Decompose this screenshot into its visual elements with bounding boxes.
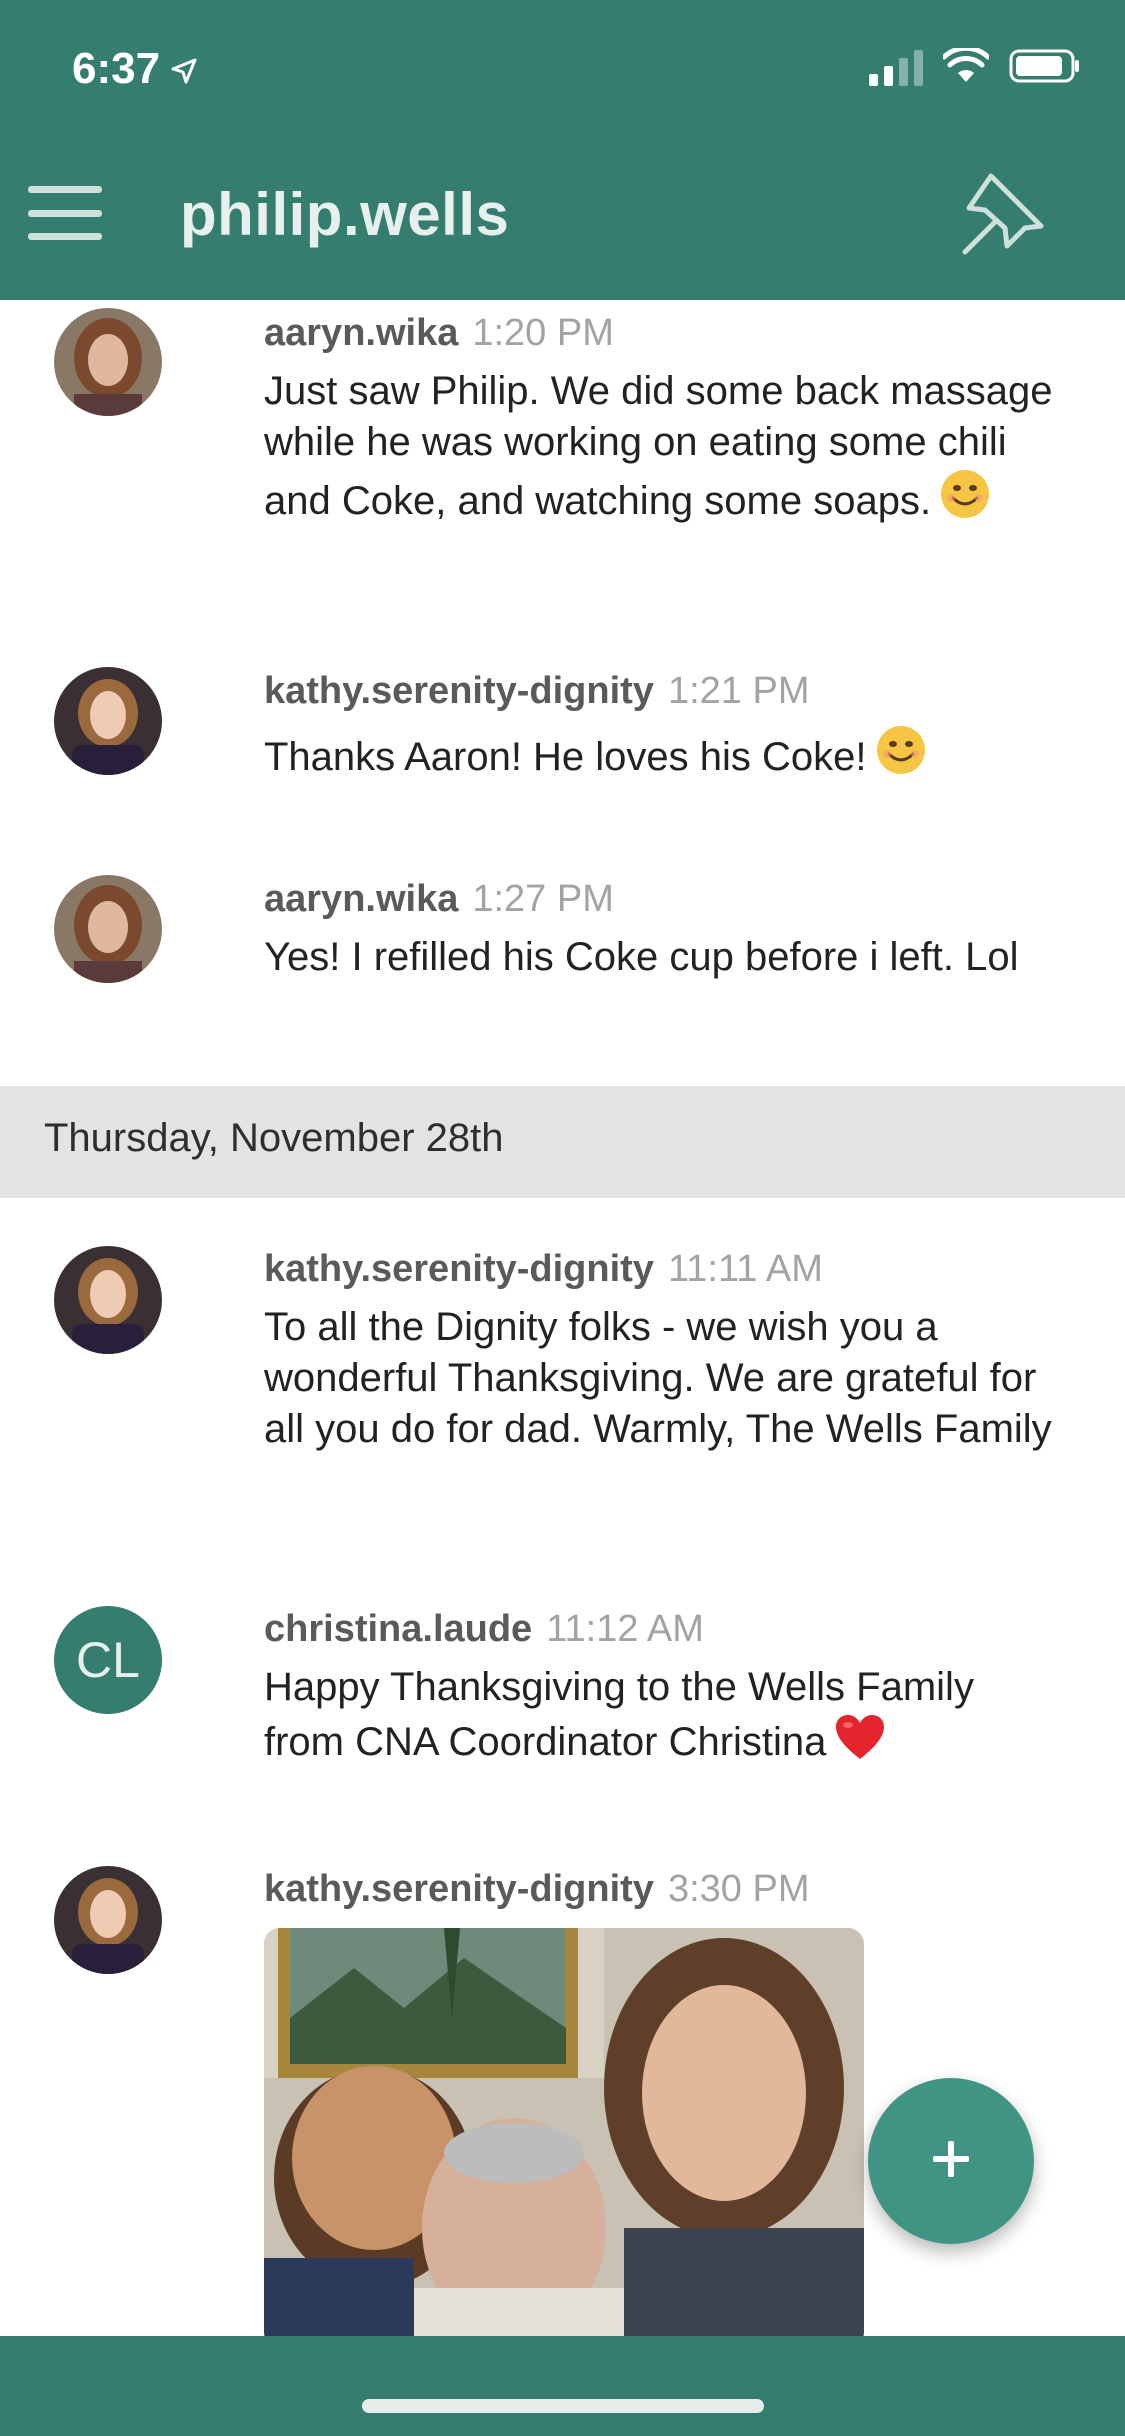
- heart-emoji-icon: [834, 1713, 886, 1774]
- page-title: philip.wells: [180, 181, 510, 248]
- message-text: Happy Thanksgiving to the Wells Family f…: [264, 1662, 1064, 1774]
- add-message-button[interactable]: [868, 2078, 1034, 2244]
- avatar-initials: CL: [76, 1632, 140, 1688]
- message-username[interactable]: aaryn.wika: [264, 312, 458, 354]
- status-time-label: 6:37: [72, 44, 161, 93]
- message-time: 3:30 PM: [667, 1868, 810, 1910]
- message-meta: christina.laude 11:12 AM: [264, 1608, 704, 1651]
- avatar[interactable]: [54, 875, 162, 983]
- date-separator-label: Thursday, November 28th: [44, 1116, 504, 1160]
- message-body: Thanks Aaron! He loves his Coke!: [264, 735, 867, 779]
- avatar[interactable]: [54, 1246, 162, 1354]
- status-time: 6:37: [72, 44, 198, 96]
- message-username[interactable]: kathy.serenity-dignity: [264, 1248, 654, 1290]
- pin-icon[interactable]: [955, 166, 1051, 262]
- smile-emoji-icon: [939, 468, 991, 533]
- message-time: 1:21 PM: [667, 670, 810, 712]
- cellular-signal-icon: [869, 50, 923, 86]
- location-arrow-icon: [170, 46, 198, 96]
- message-text: Thanks Aaron! He loves his Coke!: [264, 724, 1064, 789]
- avatar[interactable]: [54, 308, 162, 416]
- home-indicator[interactable]: [362, 2399, 764, 2413]
- message-body: Just saw Philip. We did some back massag…: [264, 369, 1053, 523]
- message-text: To all the Dignity folks - we wish you a…: [264, 1305, 1052, 1451]
- message-meta: aaryn.wika 1:27 PM: [264, 878, 614, 921]
- message-username[interactable]: kathy.serenity-dignity: [264, 670, 654, 712]
- wifi-icon: [941, 45, 991, 89]
- message-username[interactable]: aaryn.wika: [264, 878, 458, 920]
- date-separator: Thursday, November 28th: [0, 1086, 1125, 1198]
- plus-icon: [931, 2139, 971, 2184]
- message-meta: kathy.serenity-dignity 1:21 PM: [264, 670, 809, 713]
- message-meta: kathy.serenity-dignity 3:30 PM: [264, 1868, 809, 1911]
- message-meta: aaryn.wika 1:20 PM: [264, 312, 614, 355]
- bottom-bar: [0, 2336, 1125, 2436]
- message-text: Just saw Philip. We did some back massag…: [264, 366, 1064, 533]
- smile-emoji-icon: [875, 724, 927, 789]
- avatar[interactable]: [54, 1866, 162, 1974]
- message-text: Yes! I refilled his Coke cup before i le…: [264, 935, 1019, 979]
- message-time: 11:12 AM: [546, 1608, 704, 1650]
- hamburger-menu-icon[interactable]: [28, 186, 102, 240]
- message-meta: kathy.serenity-dignity 11:11 AM: [264, 1248, 823, 1291]
- status-icons: [869, 45, 1081, 90]
- message-time: 1:27 PM: [472, 878, 614, 920]
- message-username[interactable]: kathy.serenity-dignity: [264, 1868, 654, 1910]
- message-time: 1:20 PM: [472, 312, 614, 354]
- avatar[interactable]: [54, 667, 162, 775]
- avatar[interactable]: CL: [54, 1606, 162, 1714]
- top-bar: 6:37 philip.wells: [0, 0, 1125, 300]
- message-feed[interactable]: aaryn.wika 1:20 PM Just saw Philip. We di…: [0, 300, 1125, 2336]
- photo-attachment[interactable]: [264, 1928, 864, 2336]
- message-username[interactable]: christina.laude: [264, 1608, 532, 1650]
- message-time: 11:11 AM: [667, 1248, 823, 1290]
- battery-icon: [1009, 48, 1081, 89]
